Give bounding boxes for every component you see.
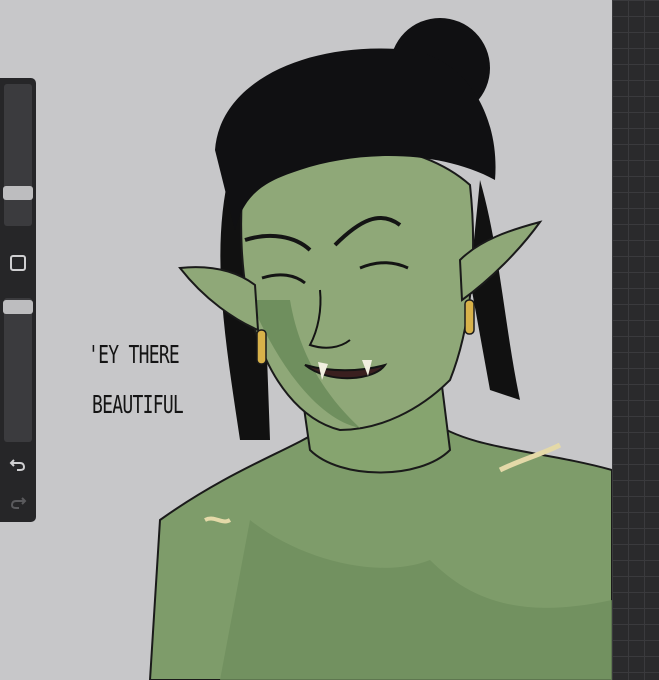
drawing-canvas[interactable]: 'EY THERE BEAUTIFUL: [0, 0, 612, 680]
brush-opacity-knob[interactable]: [3, 300, 33, 314]
redo-button[interactable]: [6, 490, 30, 514]
caption-line-1: 'EY THERE: [88, 340, 180, 369]
brush-size-knob[interactable]: [3, 186, 33, 200]
caption-line-2: BEAUTIFUL: [92, 390, 184, 419]
modify-button[interactable]: [8, 253, 28, 273]
orc-face: [240, 141, 475, 432]
right-panel: [612, 0, 659, 680]
undo-icon: [9, 459, 26, 471]
hair-back-right: [470, 180, 520, 400]
brush-size-slider[interactable]: [3, 84, 33, 226]
brush-opacity-slider[interactable]: [3, 298, 33, 442]
undo-button[interactable]: [6, 452, 30, 476]
brush-sidebar: [0, 78, 36, 522]
left-earring: [256, 329, 267, 365]
right-earring: [464, 299, 475, 335]
redo-icon: [10, 497, 27, 509]
modify-square-icon: [10, 255, 26, 271]
